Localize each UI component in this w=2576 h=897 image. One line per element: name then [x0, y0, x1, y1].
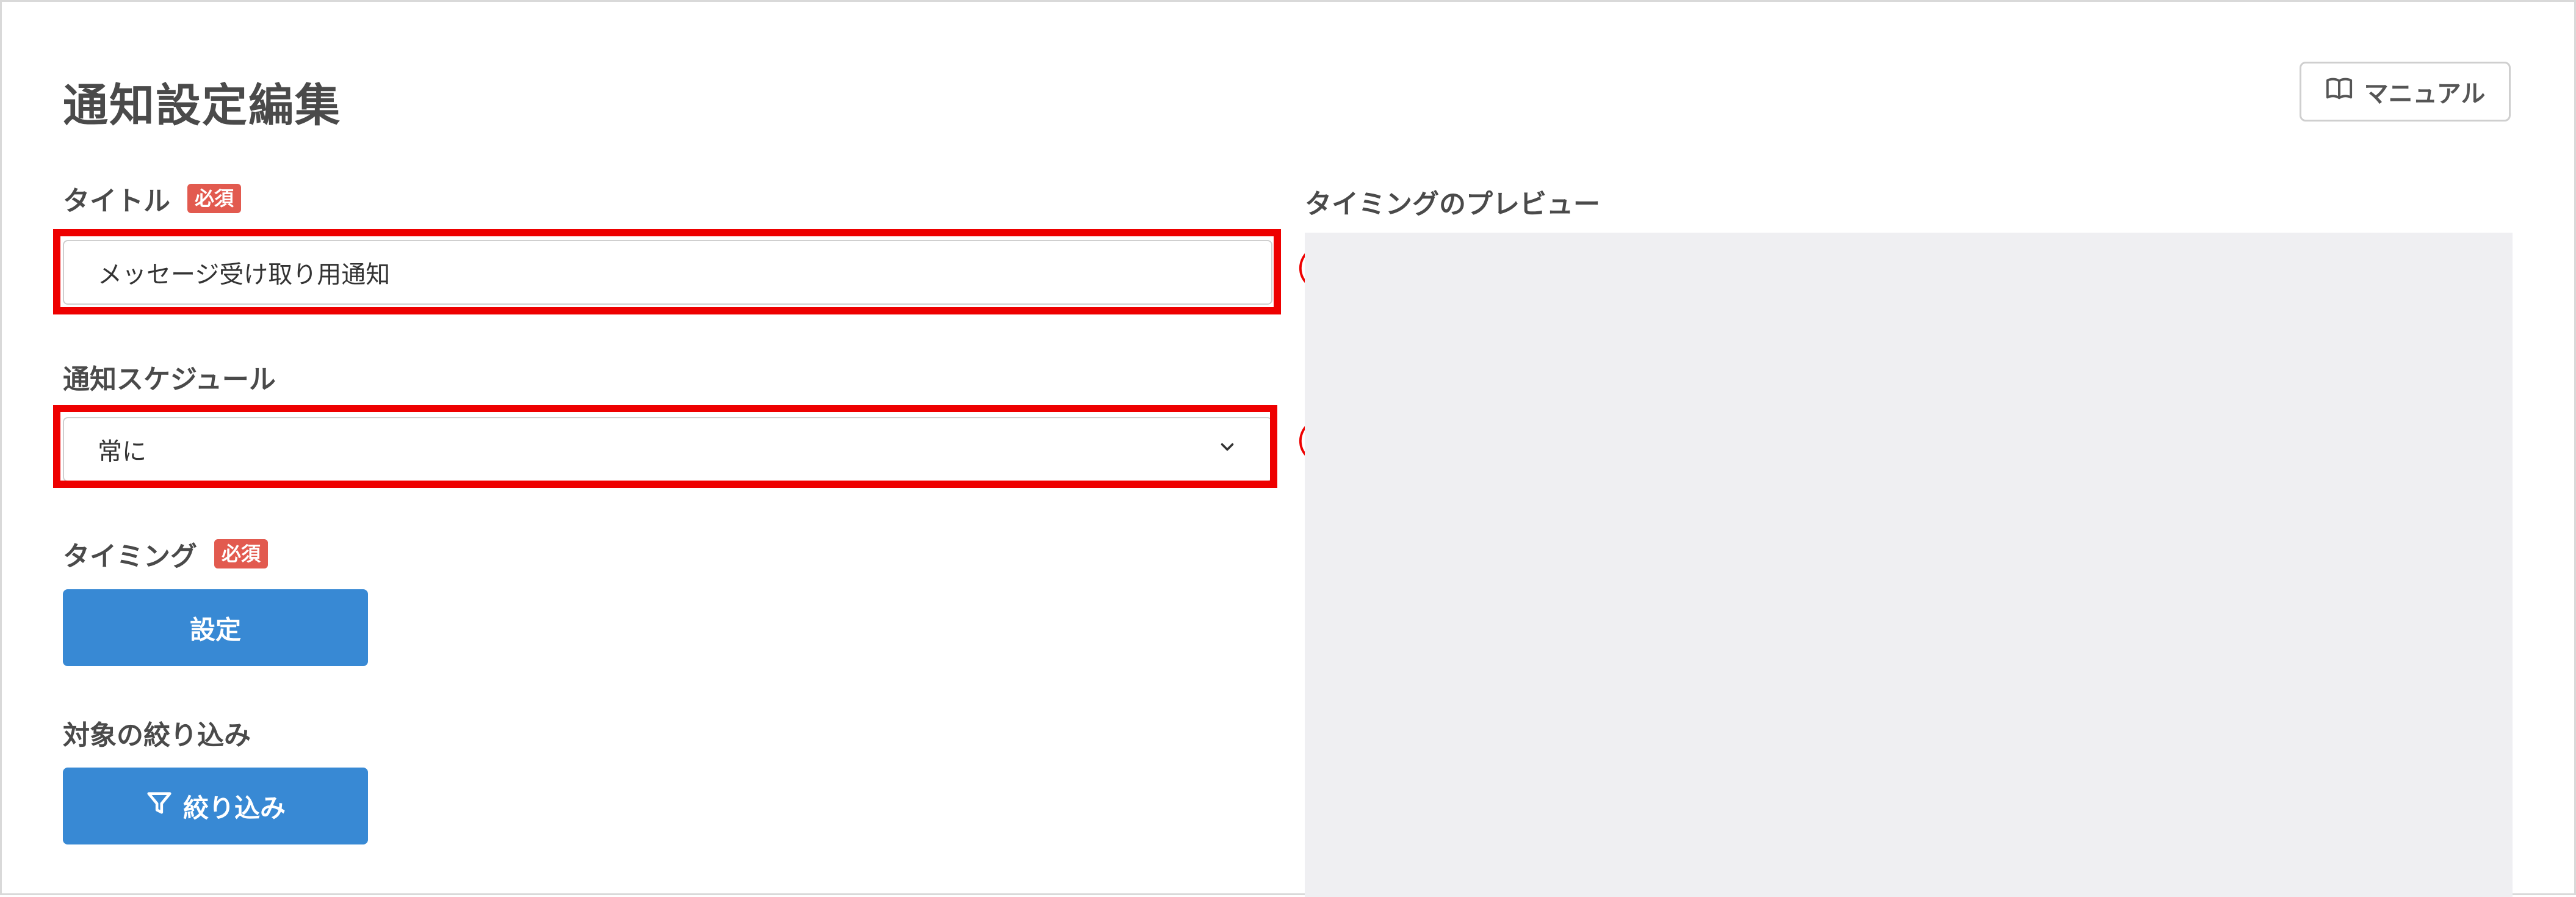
annotation-highlight-2 — [53, 229, 1281, 314]
schedule-field-label: 通知スケジュール — [63, 357, 276, 396]
settings-panel: 通知設定編集 マニュアル タイトル 必須 メッセージ受け取り用通知 ② 通知スケ… — [0, 0, 2576, 897]
manual-button[interactable]: マニュアル — [2300, 62, 2511, 122]
timing-preview-label: タイミングのプレビュー — [1305, 189, 1600, 220]
annotation-highlight-3 — [53, 405, 1277, 488]
timing-settings-button[interactable]: 設定 — [63, 589, 368, 666]
title-label-text: タイトル — [63, 186, 170, 217]
manual-button-label: マニュアル — [2364, 80, 2486, 108]
filter-label-text: 対象の絞り込み — [63, 720, 251, 751]
schedule-label-text: 通知スケジュール — [63, 364, 276, 395]
timing-field-label: タイミング 必須 — [63, 534, 269, 573]
book-icon — [2325, 74, 2353, 109]
page-title: 通知設定編集 — [63, 79, 341, 132]
filter-field-label: 対象の絞り込み — [63, 713, 251, 752]
timing-settings-button-label: 設定 — [189, 614, 241, 645]
filter-button[interactable]: 絞り込み — [63, 768, 368, 844]
required-badge: 必須 — [214, 539, 269, 568]
filter-icon — [145, 789, 173, 823]
title-field-label: タイトル 必須 — [63, 179, 242, 218]
timing-label-text: タイミング — [63, 541, 197, 572]
required-badge: 必須 — [187, 184, 242, 213]
timing-preview-pane — [1305, 233, 2513, 897]
filter-button-label: 絞り込み — [182, 793, 286, 823]
